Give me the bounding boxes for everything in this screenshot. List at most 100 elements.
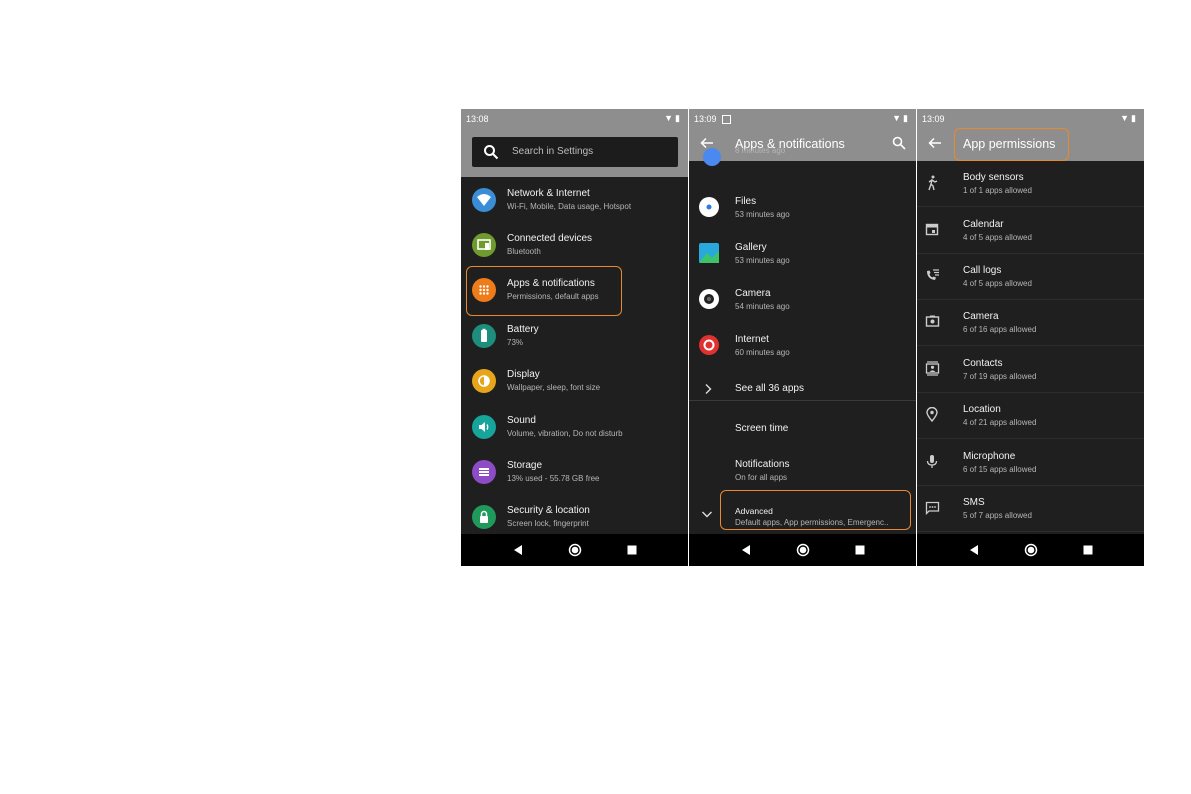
screen-time-item[interactable]: Screen time [689, 411, 916, 447]
app-item-files[interactable]: Files 53 minutes ago [689, 185, 916, 231]
back-nav-icon[interactable] [511, 543, 525, 557]
permission-microphone[interactable]: Microphone 6 of 15 apps allowed [917, 440, 1144, 486]
permission-location[interactable]: Location 4 of 21 apps allowed [917, 393, 1144, 439]
item-subtitle: 4 of 5 apps allowed [963, 279, 1032, 288]
item-subtitle: 53 minutes ago [735, 256, 790, 265]
wifi-battery-status-icon: ▼▮ [1120, 113, 1138, 123]
app-item-gallery[interactable]: Gallery 53 minutes ago [689, 231, 916, 277]
home-nav-icon[interactable] [568, 543, 582, 557]
files-icon [699, 197, 719, 217]
item-subtitle: Wallpaper, sleep, font size [507, 383, 601, 392]
item-subtitle: 53 minutes ago [735, 210, 790, 219]
storage-icon [472, 460, 496, 484]
status-bar: 13:09 ▼▮ [689, 109, 916, 129]
app-item-camera[interactable]: Camera 54 minutes ago [689, 277, 916, 323]
app-item-internet[interactable]: Internet 60 minutes ago [689, 323, 916, 369]
item-subtitle: On for all apps [735, 473, 788, 482]
body-sensors-icon [928, 175, 938, 191]
wifi-battery-status-icon: ▼▮ [892, 113, 910, 123]
notifications-item[interactable]: Notifications On for all apps [689, 448, 916, 494]
item-title: Internet [735, 334, 769, 345]
item-subtitle: 4 of 21 apps allowed [963, 418, 1037, 427]
back-nav-icon[interactable] [739, 543, 753, 557]
internet-icon [699, 335, 719, 355]
battery-icon [472, 324, 496, 348]
chevron-down-icon [702, 511, 712, 518]
recents-nav-icon[interactable] [625, 543, 639, 557]
divider [689, 400, 916, 401]
microphone-icon [926, 455, 938, 468]
item-title: Calendar [963, 219, 1004, 230]
see-all-label: See all 36 apps [735, 383, 804, 394]
recents-nav-icon[interactable] [1081, 543, 1095, 557]
item-subtitle: 54 minutes ago [735, 302, 790, 311]
highlight-app-permissions-title [954, 128, 1069, 161]
status-time: 13:08 [466, 114, 489, 124]
permission-contacts[interactable]: Contacts 7 of 19 apps allowed [917, 347, 1144, 393]
permission-calendar[interactable]: Calendar 4 of 5 apps allowed [917, 208, 1144, 254]
navigation-bar [917, 534, 1144, 566]
item-title: Connected devices [507, 233, 593, 244]
item-title: Camera [735, 288, 771, 299]
permission-camera[interactable]: Camera 6 of 16 apps allowed [917, 300, 1144, 346]
settings-item-sound[interactable]: Sound Volume, vibration, Do not disturb [461, 404, 688, 450]
item-subtitle: Bluetooth [507, 247, 541, 256]
item-title: Body sensors [963, 172, 1024, 183]
search-settings-bar[interactable]: Search in Settings [472, 137, 678, 167]
settings-item-connected-devices[interactable]: Connected devices Bluetooth [461, 222, 688, 268]
settings-item-battery[interactable]: Battery 73% [461, 313, 688, 359]
item-subtitle: 7 of 19 apps allowed [963, 372, 1037, 381]
item-title: Screen time [735, 423, 789, 434]
home-nav-icon[interactable] [796, 543, 810, 557]
location-icon [926, 407, 938, 422]
devices-icon [472, 233, 496, 257]
status-time: 13:09 [694, 114, 717, 124]
wifi-battery-status-icon: ▼▮ [664, 113, 682, 123]
item-title: Network & Internet [507, 188, 590, 199]
search-placeholder: Search in Settings [512, 146, 594, 157]
settings-item-network[interactable]: Network & Internet Wi-Fi, Mobile, Data u… [461, 177, 688, 223]
camera-app-icon [699, 289, 719, 309]
calendar-icon [925, 223, 939, 236]
contacts-icon [925, 361, 940, 376]
item-subtitle: Screen lock, fingerprint [507, 519, 589, 528]
wifi-icon [472, 188, 496, 212]
gallery-icon [699, 243, 719, 263]
highlight-advanced [720, 490, 911, 530]
item-title: Call logs [963, 265, 1002, 276]
item-title: Storage [507, 460, 543, 471]
permission-sms[interactable]: SMS 5 of 7 apps allowed [917, 486, 1144, 532]
camera-icon [925, 315, 940, 327]
item-subtitle: 1 of 1 apps allowed [963, 186, 1032, 195]
settings-item-display[interactable]: Display Wallpaper, sleep, font size [461, 358, 688, 404]
volume-icon [472, 415, 496, 439]
permission-call-logs[interactable]: Call logs 4 of 5 apps allowed [917, 254, 1144, 300]
navigation-bar [689, 534, 916, 566]
item-subtitle: 5 of 7 apps allowed [963, 511, 1032, 520]
navigation-bar [461, 534, 688, 566]
item-subtitle: 6 of 15 apps allowed [963, 465, 1037, 474]
apps-notifications-panel: Apps & notifications 13:09 ▼▮ 8 minutes … [689, 109, 916, 566]
sms-icon [925, 501, 940, 515]
home-nav-icon[interactable] [1024, 543, 1038, 557]
item-title: Location [963, 404, 1001, 415]
status-bar: 13:08 ▼▮ [461, 109, 688, 129]
maps-icon [703, 148, 721, 166]
back-arrow-icon[interactable] [928, 136, 942, 150]
image-notification-icon [722, 115, 731, 124]
item-title: Files [735, 196, 757, 207]
recents-nav-icon[interactable] [853, 543, 867, 557]
call-log-icon [927, 269, 939, 280]
item-title: Security & location [507, 505, 590, 516]
chevron-right-icon [705, 384, 712, 394]
settings-panel: 13:08 ▼▮ Search in Settings Network & In… [461, 109, 688, 566]
status-time: 13:09 [922, 114, 945, 124]
back-nav-icon[interactable] [967, 543, 981, 557]
item-title: Display [507, 369, 540, 380]
status-bar: 13:09 ▼▮ [917, 109, 1144, 129]
see-all-apps-item[interactable]: See all 36 apps [689, 369, 916, 409]
item-title: Camera [963, 311, 999, 322]
settings-item-storage[interactable]: Storage 13% used - 55.78 GB free [461, 449, 688, 495]
partial-app-item[interactable]: 8 minutes ago [689, 144, 916, 190]
permission-body-sensors[interactable]: Body sensors 1 of 1 apps allowed [917, 161, 1144, 207]
